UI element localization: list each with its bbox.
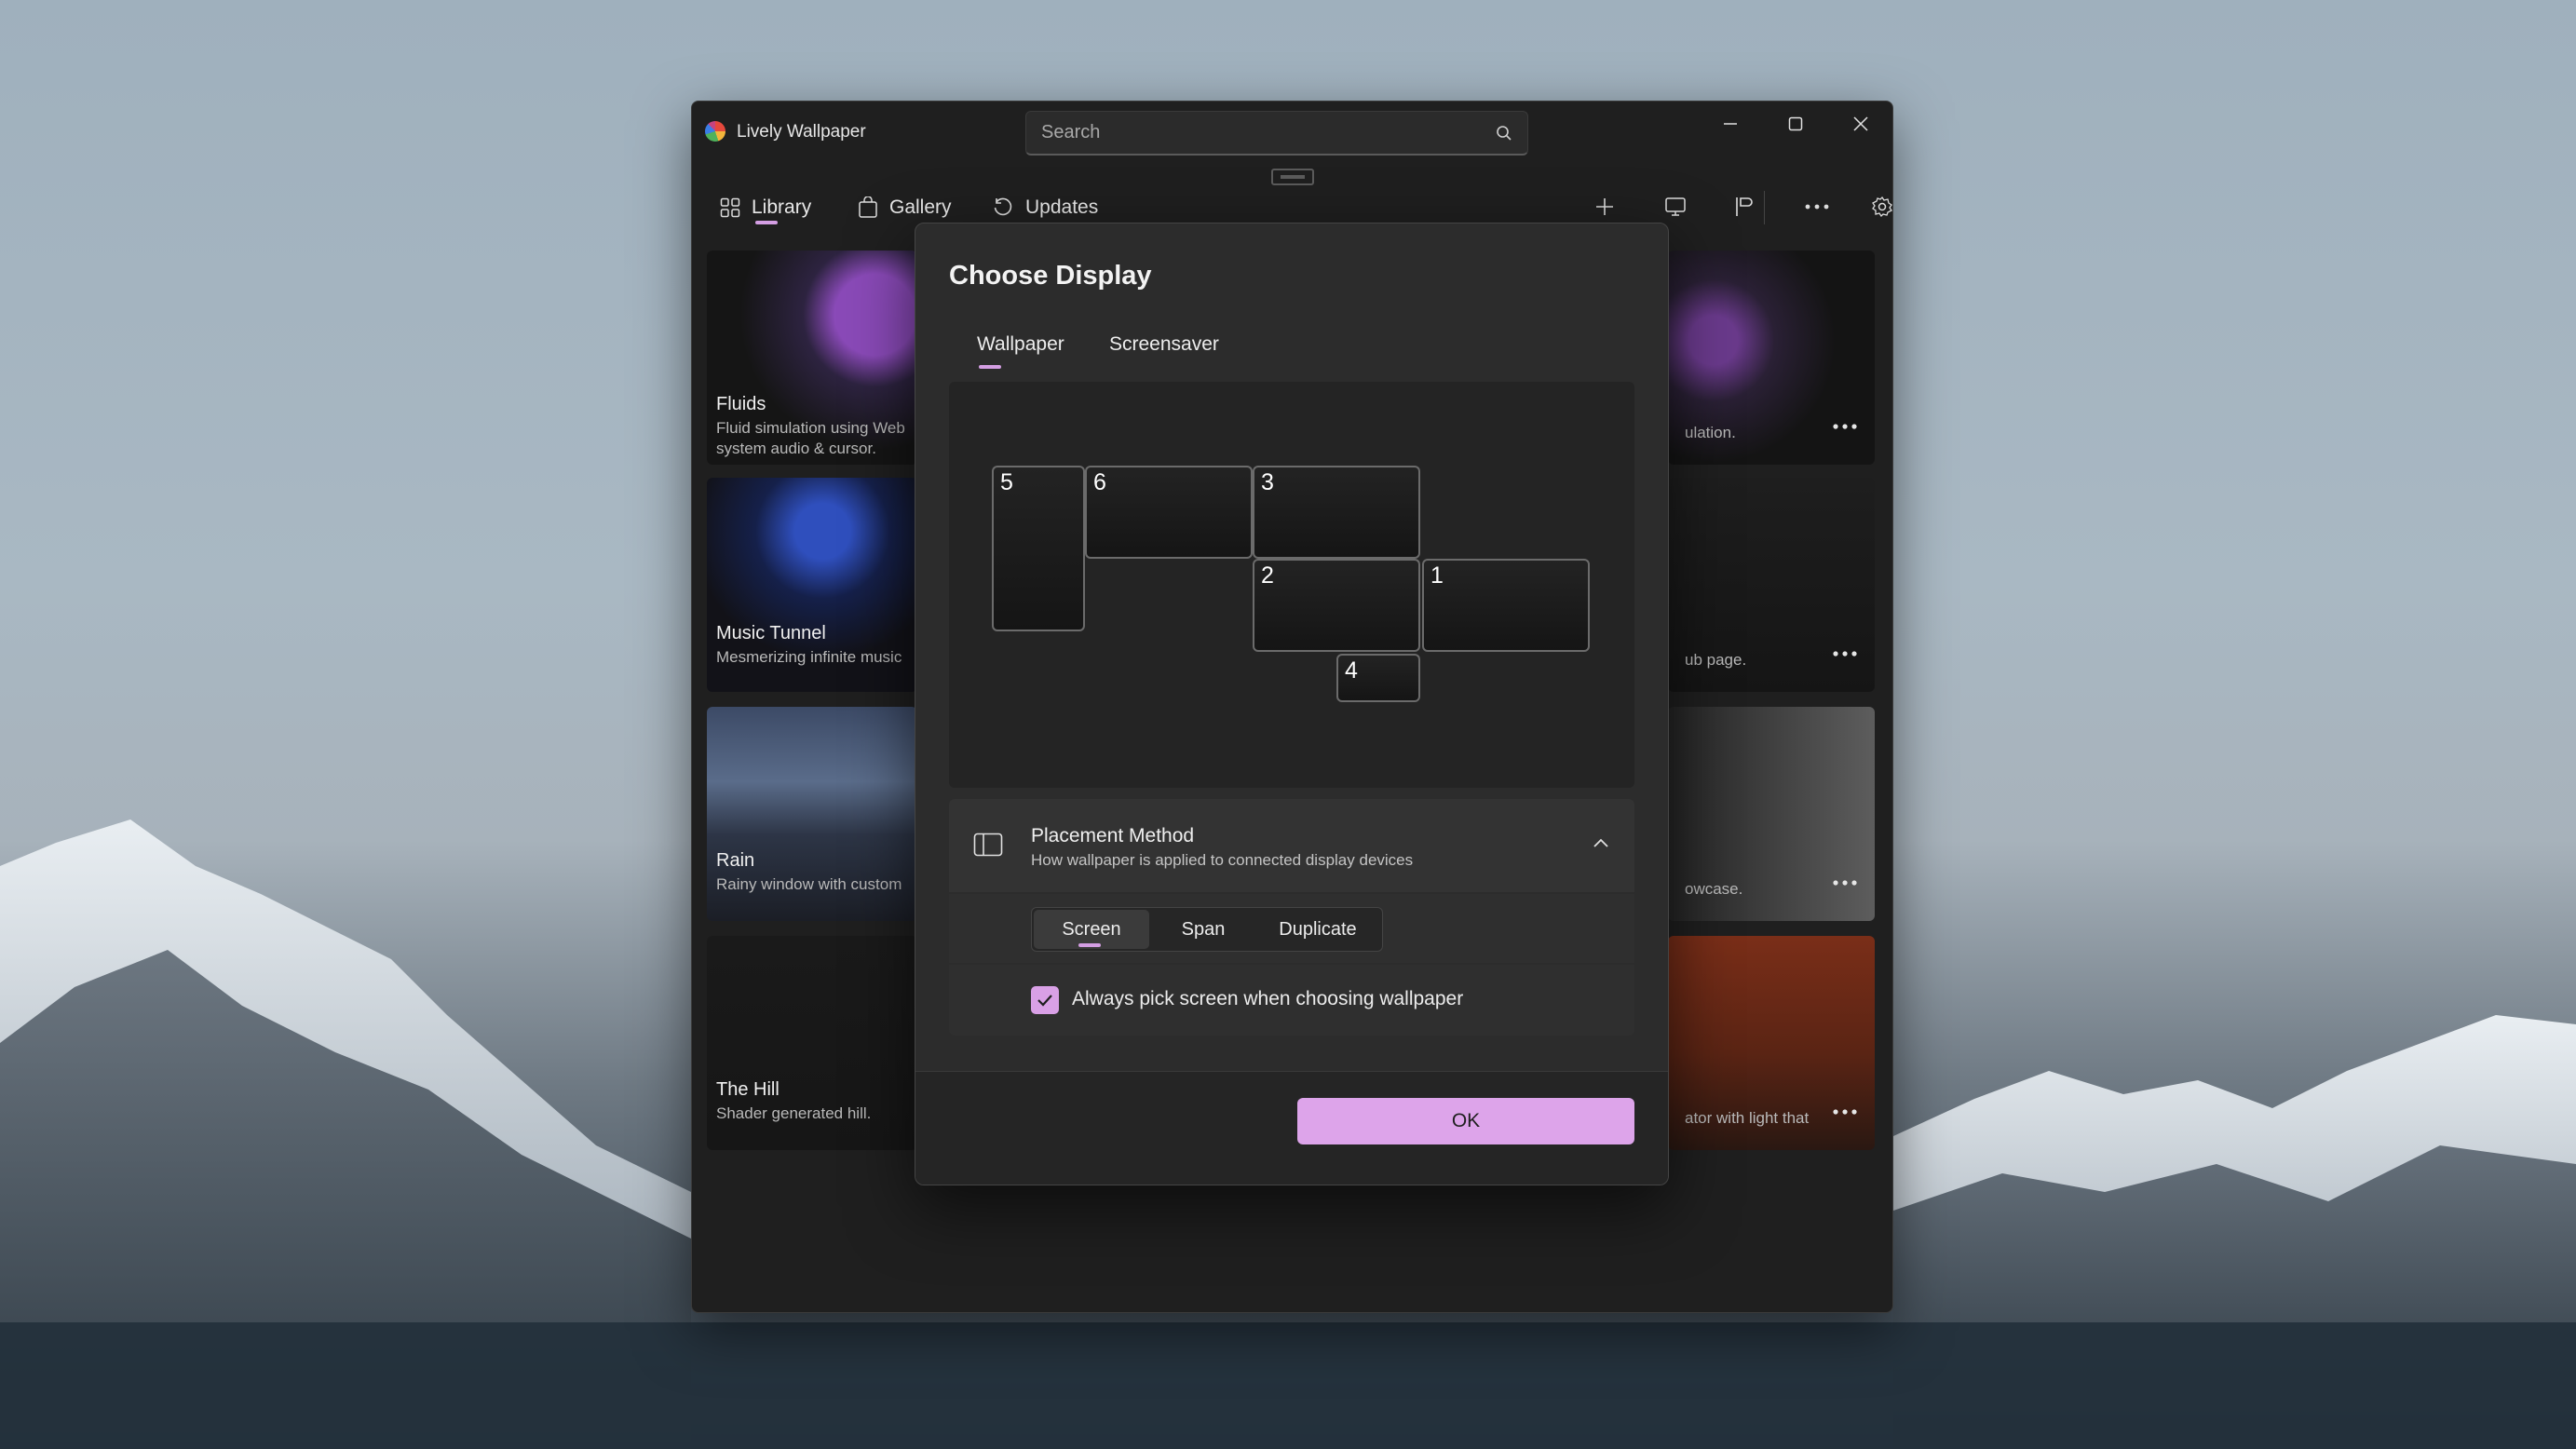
card-description: Mesmerizing infinite music [716, 648, 902, 666]
checkmark-icon [1037, 995, 1052, 1007]
search-box[interactable] [1025, 111, 1528, 156]
always-pick-screen-checkbox[interactable] [1031, 986, 1059, 1014]
monitor-4[interactable]: 4 [1336, 654, 1420, 702]
monitor-label: 2 [1261, 562, 1274, 589]
dialog-footer: OK [915, 1071, 1668, 1185]
checkbox-label: Always pick screen when choosing wallpap… [1072, 988, 1464, 1009]
shopping-bag-icon [859, 196, 877, 218]
monitor-6[interactable]: 6 [1085, 466, 1253, 559]
maximize-icon [1788, 116, 1803, 131]
refresh-icon [994, 197, 1012, 216]
choose-display-dialog: Choose Display Wallpaper Screensaver 5 6… [915, 223, 1669, 1185]
tab-library-label: Library [752, 196, 812, 218]
close-button[interactable] [1828, 102, 1892, 146]
ok-button[interactable]: OK [1297, 1098, 1634, 1144]
monitor-label: 6 [1093, 469, 1106, 495]
card-title: Fluids [716, 394, 766, 414]
always-pick-screen-row: Always pick screen when choosing wallpap… [949, 965, 1634, 1036]
dialog-title: Choose Display [949, 261, 1152, 291]
library-card-fluids[interactable]: Fluids Fluid simulation using Web system… [707, 251, 917, 465]
more-icon [1805, 204, 1829, 210]
panel-layout-icon [973, 833, 1003, 857]
toolbar-divider [1764, 191, 1765, 224]
monitor-2[interactable]: 2 [1253, 559, 1420, 652]
option-label: Span [1181, 918, 1226, 940]
tab-wallpaper[interactable]: Wallpaper [977, 333, 1064, 356]
tab-screensaver[interactable]: Screensaver [1109, 333, 1219, 356]
placement-description: How wallpaper is applied to connected di… [1031, 851, 1414, 869]
placement-segmented-control: Screen Span Duplicate [1031, 907, 1383, 952]
search-icon [1497, 126, 1512, 141]
library-card-right-3[interactable]: owcase. [1668, 707, 1875, 921]
card-title: Music Tunnel [716, 623, 826, 643]
library-card-right-4[interactable]: ator with light that [1668, 936, 1875, 1150]
library-card-rain[interactable]: Rain Rainy window with custom [707, 707, 917, 921]
minimize-icon [1724, 123, 1737, 125]
monitor-label: 1 [1430, 562, 1444, 589]
card-description: Shader generated hill. [716, 1104, 872, 1122]
option-label: Duplicate [1279, 918, 1357, 940]
tab-updates-label: Updates [1025, 196, 1099, 218]
more-options-button[interactable] [1793, 183, 1841, 230]
card-description: Rainy window with custom [716, 875, 902, 893]
placement-option-duplicate[interactable]: Duplicate [1255, 908, 1380, 951]
more-icon[interactable] [1832, 422, 1858, 431]
library-card-right-1[interactable]: ulation. [1668, 251, 1875, 465]
card-title: Rain [716, 850, 755, 871]
window-title: Lively Wallpaper [737, 122, 866, 142]
monitor-icon [1665, 197, 1686, 216]
library-card-the-hill[interactable]: The Hill Shader generated hill. [707, 936, 917, 1150]
search-input[interactable] [1041, 122, 1479, 143]
card-description: ulation. [1685, 424, 1736, 441]
grid-icon [720, 197, 740, 218]
library-card-right-2[interactable]: ub page. [1668, 478, 1875, 692]
card-description: Fluid simulation using Web system audio … [716, 419, 905, 457]
card-description: ub page. [1685, 651, 1747, 669]
more-icon[interactable] [1832, 878, 1858, 887]
monitor-label: 4 [1345, 657, 1358, 684]
maximize-button[interactable] [1763, 102, 1828, 146]
settings-button[interactable] [1858, 183, 1892, 230]
monitor-5[interactable]: 5 [992, 466, 1085, 631]
monitor-3[interactable]: 3 [1253, 466, 1420, 559]
gear-icon [1872, 196, 1892, 218]
monitor-label: 3 [1261, 469, 1274, 495]
placement-option-span[interactable]: Span [1151, 908, 1255, 951]
drag-handle[interactable] [1271, 169, 1314, 185]
card-title: The Hill [716, 1079, 780, 1100]
placement-method-expander[interactable]: Placement Method How wallpaper is applie… [949, 799, 1634, 892]
tab-gallery-label: Gallery [889, 196, 952, 218]
card-description: owcase. [1685, 880, 1743, 898]
option-label: Screen [1062, 918, 1121, 940]
control-panel-button[interactable] [1720, 183, 1769, 230]
monitor-label: 5 [1000, 469, 1013, 495]
flag-icon [1736, 197, 1753, 216]
more-icon[interactable] [1832, 649, 1858, 658]
minimize-button[interactable] [1698, 102, 1763, 146]
placement-options-row: Screen Span Duplicate [949, 894, 1634, 963]
card-description: ator with light that [1685, 1109, 1810, 1127]
app-logo-icon [705, 121, 725, 142]
display-layout-area: 5 6 3 2 1 4 [949, 382, 1634, 788]
chevron-up-icon[interactable] [1592, 836, 1610, 849]
tab-active-indicator [979, 365, 1001, 369]
library-card-music-tunnel[interactable]: Music Tunnel Mesmerizing infinite music [707, 478, 917, 692]
plus-icon [1596, 198, 1613, 215]
more-icon[interactable] [1832, 1107, 1858, 1117]
placement-title: Placement Method [1031, 825, 1195, 846]
tab-active-indicator [755, 221, 778, 224]
segment-active-indicator [1078, 943, 1101, 947]
monitor-1[interactable]: 1 [1422, 559, 1590, 652]
close-icon [1853, 116, 1868, 131]
